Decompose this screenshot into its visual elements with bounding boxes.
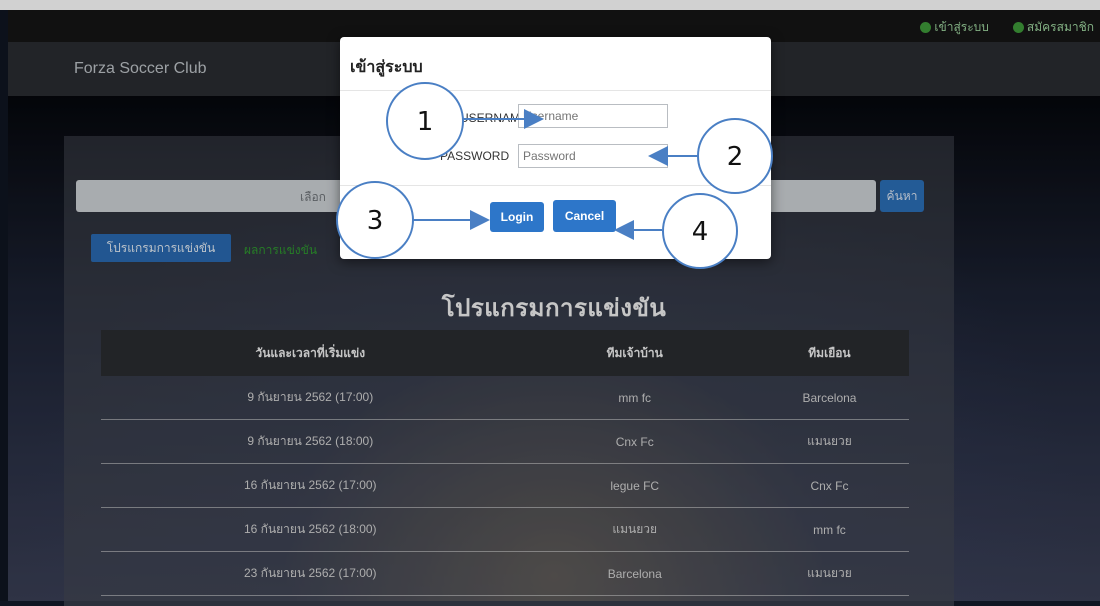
callout-1-label: 1 xyxy=(417,107,434,137)
callout-1: 1 xyxy=(386,82,544,160)
callout-2: 2 xyxy=(648,118,773,194)
callout-3: 3 xyxy=(336,181,490,259)
callout-4: 4 xyxy=(614,193,738,269)
callout-2-label: 2 xyxy=(727,142,744,172)
annotation-layer: 1 2 3 4 xyxy=(336,82,773,269)
callout-4-label: 4 xyxy=(692,217,709,247)
callout-3-label: 3 xyxy=(367,206,384,236)
